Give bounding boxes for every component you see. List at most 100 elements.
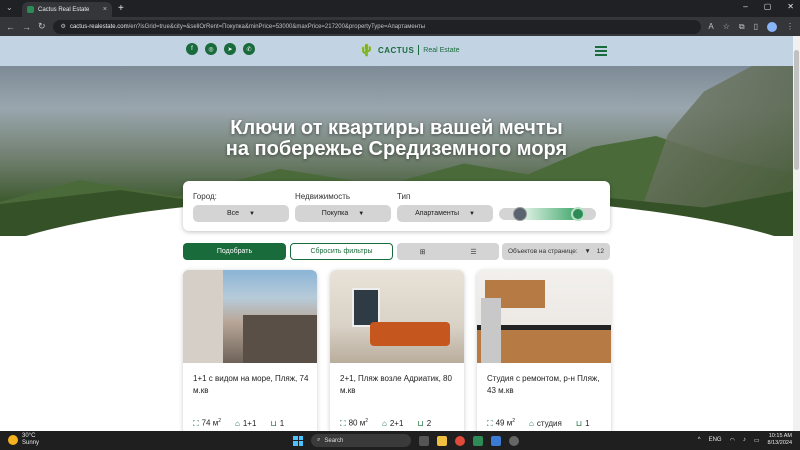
baths-feature: ⊔ 1 — [270, 419, 284, 428]
city-label: Город: — [193, 192, 217, 201]
chevron-down-icon: ▼ — [584, 248, 591, 255]
type-value: Апартаменты — [415, 210, 459, 217]
chevron-down-icon: ▼ — [468, 210, 475, 217]
clock-time: 10:15 AM — [768, 433, 792, 439]
github-icon[interactable] — [509, 435, 519, 446]
vscode-icon[interactable] — [491, 435, 501, 446]
back-icon[interactable]: ← — [6, 22, 15, 32]
site-favicon-icon — [27, 6, 34, 13]
tray-chevron-icon[interactable]: ^ — [698, 437, 701, 443]
browser-toolbar: ← → ↻ ⚙ cactus-realestate.com/en?isGrid=… — [0, 17, 800, 36]
new-tab-button[interactable]: + — [118, 3, 124, 14]
logo-divider — [418, 45, 420, 55]
wifi-icon[interactable]: ◠ — [730, 437, 735, 444]
listing-card[interactable]: Студия с ремонтом, р-н Пляж, 43 м.кв ⛶ 49… — [477, 270, 611, 431]
telegram-icon[interactable]: ➤ — [224, 43, 236, 55]
sun-icon — [8, 435, 18, 445]
browser-tab[interactable]: Cactus Real Estate × — [22, 2, 112, 17]
address-bar[interactable]: ⚙ cactus-realestate.com/en?isGrid=true&c… — [52, 19, 702, 34]
rooms-value: 1+1 — [242, 418, 257, 428]
url-path: /en?isGrid=true&city=&sellOrRent=Покупка… — [128, 23, 426, 30]
type-label: Тип — [397, 192, 411, 201]
realty-select[interactable]: Покупка ▼ — [295, 205, 391, 222]
listing-photo[interactable] — [183, 270, 317, 363]
chrome-icon[interactable] — [455, 435, 465, 446]
taskbar-apps: ⌕ Search — [293, 434, 519, 447]
price-max-handle[interactable] — [571, 207, 585, 221]
url-domain: cactus-realestate.com — [69, 23, 129, 30]
baths-value: 2 — [426, 418, 432, 428]
site-logo[interactable]: 🌵 CACTUS Real Estate — [359, 43, 459, 57]
rooms-feature: ⌂ 1+1 — [235, 419, 256, 428]
tab-title: Cactus Real Estate — [38, 6, 90, 13]
list-view-icon[interactable]: ☰ — [448, 243, 499, 260]
facebook-icon[interactable]: f — [186, 43, 198, 55]
sidepanel-icon[interactable]: ▯ — [754, 22, 758, 32]
area-feature: ⛶ 49 м2 — [487, 418, 516, 428]
fridge-shape — [481, 298, 501, 363]
menu-icon[interactable]: ⋮ — [786, 22, 794, 32]
file-explorer-icon[interactable] — [437, 435, 447, 446]
listing-title[interactable]: 2+1, Пляж возле Адриатик, 80 м.кв — [340, 373, 458, 397]
tab-close-icon[interactable]: × — [103, 6, 107, 13]
reset-filters-button[interactable]: Сбросить фильтры — [290, 243, 393, 260]
site-header: f ◎ ➤ ✆ 🌵 CACTUS Real Estate — [0, 36, 793, 66]
extensions-icon[interactable]: ⧉ — [739, 22, 745, 32]
rooms-feature: ⌂ 2+1 — [382, 419, 403, 428]
cactus-logo-icon: 🌵 — [359, 43, 374, 57]
listing-card[interactable]: 2+1, Пляж возле Адриатик, 80 м.кв ⛶ 80 м2… — [330, 270, 464, 431]
listing-photo[interactable] — [330, 270, 464, 363]
battery-icon[interactable]: ▭ — [754, 437, 760, 444]
search-icon: ⌕ — [317, 437, 321, 443]
reload-icon[interactable]: ↻ — [38, 21, 46, 32]
per-page-select[interactable]: Объектов на странице: ▼ 12 — [502, 243, 610, 260]
page-scrollbar[interactable] — [793, 36, 800, 431]
area-icon: ⛶ — [193, 418, 199, 428]
clock[interactable]: 10:15 AM 8/13/2024 — [768, 433, 792, 447]
listing-title[interactable]: 1+1 с видом на море, Пляж, 74 м.кв — [193, 373, 311, 397]
baths-value: 1 — [585, 418, 590, 428]
sofa-icon: ⌂ — [235, 418, 240, 428]
tab-search-icon[interactable]: ⌄ — [6, 3, 13, 12]
volume-icon[interactable]: ♪ — [743, 437, 746, 443]
clock-date: 8/13/2024 — [767, 440, 792, 446]
listing-card[interactable]: 1+1 с видом на море, Пляж, 74 м.кв ⛶ 74 м… — [183, 270, 317, 431]
maximize-icon[interactable]: ▢ — [764, 2, 772, 11]
listing-features: ⛶ 80 м2 ⌂ 2+1 ⊔ 2 — [340, 418, 464, 429]
scrollbar-thumb[interactable] — [794, 50, 799, 170]
app-icon[interactable] — [473, 435, 483, 446]
listing-photo[interactable] — [477, 270, 611, 363]
translate-icon[interactable]: A — [708, 22, 713, 32]
type-select[interactable]: Апартаменты ▼ — [397, 205, 493, 222]
minimize-icon[interactable]: – — [743, 2, 747, 11]
grid-view-icon[interactable]: ⊞ — [397, 243, 448, 260]
taskbar-search[interactable]: ⌕ Search — [311, 434, 411, 447]
city-select[interactable]: Все ▼ — [193, 205, 289, 222]
per-page-label: Объектов на странице: — [508, 248, 578, 255]
profile-avatar[interactable] — [767, 21, 777, 32]
browser-tab-strip: ⌄ Cactus Real Estate × + – ▢ ✕ — [0, 0, 800, 17]
hero-line-2: на побережье Средиземного моря — [225, 138, 568, 160]
windows-start-icon[interactable] — [293, 435, 303, 446]
forward-icon[interactable]: → — [22, 22, 31, 32]
taskbar: 30°C Sunny ⌕ Search ^ ENG ◠ ♪ ▭ 10:15 AM… — [0, 431, 800, 450]
language-indicator[interactable]: ENG — [709, 437, 722, 443]
apply-filters-button[interactable]: Подобрать — [183, 243, 286, 260]
city-value: Все — [226, 210, 240, 217]
rooms-value: студия — [536, 418, 562, 428]
hamburger-menu-icon[interactable] — [595, 46, 607, 56]
price-min-handle[interactable] — [513, 207, 527, 221]
site-info-icon[interactable]: ⚙ — [61, 23, 66, 30]
realty-value: Покупка — [321, 210, 349, 217]
listing-title[interactable]: Студия с ремонтом, р-н Пляж, 43 м.кв — [487, 373, 605, 397]
weather-condition: Sunny — [22, 440, 40, 446]
sofa-icon: ⌂ — [382, 418, 387, 428]
phone-icon[interactable]: ✆ — [243, 43, 255, 55]
price-range-slider[interactable] — [499, 207, 596, 221]
weather-widget[interactable]: 30°C Sunny — [8, 433, 39, 447]
instagram-icon[interactable]: ◎ — [205, 43, 217, 55]
bookmark-star-icon[interactable]: ☆ — [723, 22, 730, 32]
close-window-icon[interactable]: ✕ — [787, 2, 794, 11]
task-view-icon[interactable] — [419, 435, 429, 446]
rooms-feature: ⌂ студия — [529, 419, 562, 428]
